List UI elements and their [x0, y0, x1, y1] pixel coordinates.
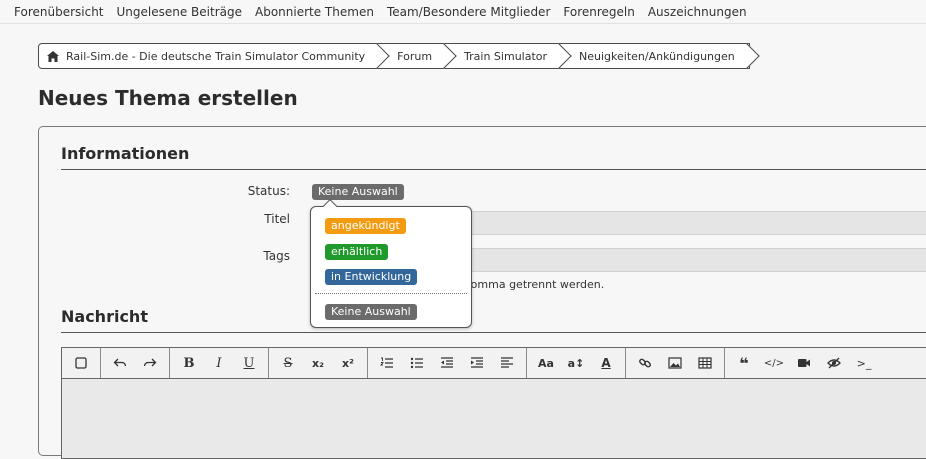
new-topic-form: Informationen Status: Keine Auswahl Tite… — [38, 126, 926, 459]
text-size-icon[interactable]: a↕ — [561, 348, 591, 378]
breadcrumb: Rail-Sim.de - Die deutsche Train Simulat… — [38, 43, 760, 69]
ordered-list-icon[interactable] — [372, 348, 402, 378]
message-editor[interactable] — [61, 379, 926, 459]
breadcrumb-label: Rail-Sim.de - Die deutsche Train Simulat… — [66, 49, 366, 63]
nav-auszeichnungen[interactable]: Auszeichnungen — [648, 5, 747, 19]
underline-icon[interactable]: U — [234, 348, 264, 378]
toolbar-group: ❝ </> >_ — [725, 348, 883, 378]
toolbar-group — [626, 348, 725, 378]
breadcrumb-home[interactable]: Rail-Sim.de - Die deutsche Train Simulat… — [39, 43, 390, 69]
top-navigation: Forenübersicht Ungelesene Beiträge Abonn… — [0, 0, 926, 24]
section-divider — [61, 332, 926, 333]
section-divider — [61, 169, 926, 170]
checkbox-icon[interactable] — [66, 348, 96, 378]
align-icon[interactable] — [492, 348, 522, 378]
unordered-list-icon[interactable] — [402, 348, 432, 378]
breadcrumb-train-simulator[interactable]: Train Simulator — [446, 43, 572, 69]
outdent-icon[interactable] — [432, 348, 462, 378]
breadcrumb-label: Train Simulator — [464, 49, 548, 63]
quote-icon[interactable]: ❝ — [729, 348, 759, 378]
status-option-angekuendigt[interactable]: angekündigt — [325, 218, 406, 234]
toolbar-group: S x₂ x² — [269, 348, 368, 378]
status-dropdown: angekündigt erhältlich in Entwicklung Ke… — [310, 198, 472, 328]
bold-icon[interactable]: B — [174, 348, 204, 378]
status-select[interactable]: Keine Auswahl — [312, 184, 404, 200]
subscript-icon[interactable]: x₂ — [303, 348, 333, 378]
image-icon[interactable] — [660, 348, 690, 378]
status-option-erhaeltlich[interactable]: erhältlich — [325, 244, 389, 260]
link-icon[interactable] — [630, 348, 660, 378]
font-size-icon[interactable]: Aa — [531, 348, 561, 378]
nav-forenregeln[interactable]: Forenregeln — [563, 5, 634, 19]
section-title-nachricht: Nachricht — [61, 307, 148, 326]
terminal-icon[interactable]: >_ — [849, 348, 879, 378]
page-title: Neues Thema erstellen — [38, 86, 298, 110]
status-option-in-entwicklung[interactable]: in Entwicklung — [325, 269, 418, 285]
undo-icon[interactable] — [105, 348, 135, 378]
nav-abonnierte-themen[interactable]: Abonnierte Themen — [255, 5, 374, 19]
breadcrumb-separator — [734, 43, 760, 69]
superscript-icon[interactable]: x² — [333, 348, 363, 378]
nav-team[interactable]: Team/Besondere Mitglieder — [387, 5, 550, 19]
toolbar-group — [101, 348, 170, 378]
breadcrumb-label: Neuigkeiten/Ankündigungen — [579, 49, 735, 63]
tags-hint: Komma getrennt werden. — [464, 278, 605, 291]
font-color-icon[interactable]: A — [591, 348, 621, 378]
nav-forenuebersicht[interactable]: Forenübersicht — [14, 5, 104, 19]
redo-icon[interactable] — [135, 348, 165, 378]
breadcrumb-label: Forum — [397, 49, 433, 63]
dropdown-separator — [315, 293, 467, 294]
status-option-keine-auswahl[interactable]: Keine Auswahl — [325, 304, 417, 320]
toolbar-group — [368, 348, 527, 378]
home-icon — [47, 50, 59, 62]
titel-label: Titel — [264, 212, 290, 226]
table-icon[interactable] — [690, 348, 720, 378]
toolbar-group: Aa a↕ A — [527, 348, 626, 378]
toolbar-group: B I U — [170, 348, 269, 378]
video-icon[interactable] — [789, 348, 819, 378]
toolbar-group — [62, 348, 101, 378]
code-icon[interactable]: </> — [759, 348, 789, 378]
italic-icon[interactable]: I — [204, 348, 234, 378]
strikethrough-icon[interactable]: S — [273, 348, 303, 378]
section-title-informationen: Informationen — [61, 144, 190, 163]
spoiler-icon[interactable] — [819, 348, 849, 378]
nav-ungelesene-beitraege[interactable]: Ungelesene Beiträge — [117, 5, 242, 19]
indent-icon[interactable] — [462, 348, 492, 378]
editor-toolbar: B I U S x₂ x² Aa a↕ A ❝ </> >_ — [61, 347, 926, 379]
breadcrumb-neuigkeiten[interactable]: Neuigkeiten/Ankündigungen — [561, 43, 760, 69]
status-label: Status: — [247, 184, 290, 198]
tags-label: Tags — [263, 249, 290, 263]
